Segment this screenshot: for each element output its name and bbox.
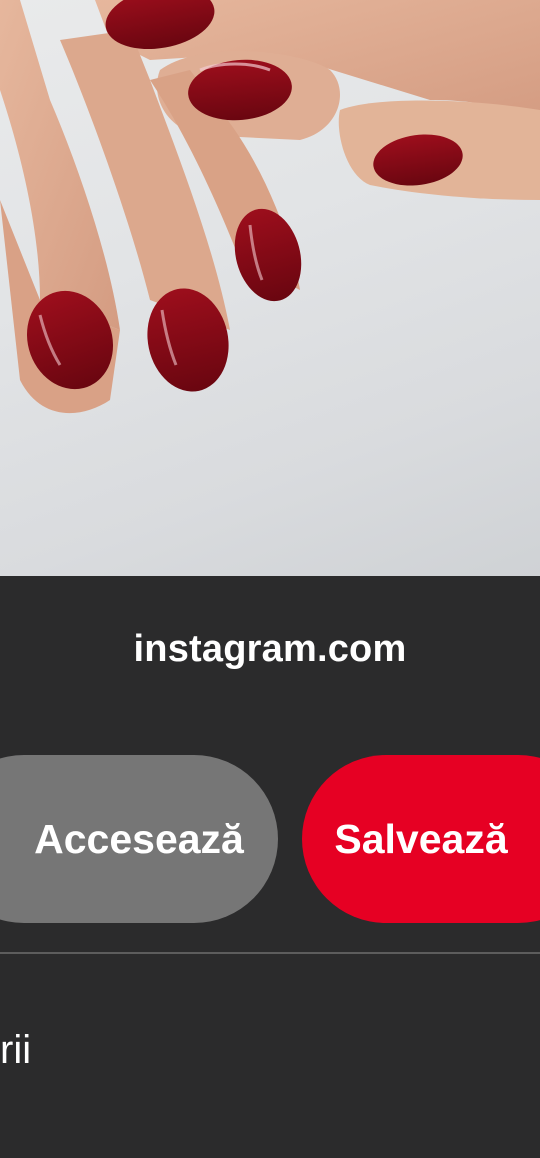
pin-closeup-screen: instagram.com Accesează Salvează rii bbox=[0, 0, 540, 1158]
section-label: rii bbox=[0, 1028, 32, 1072]
divider bbox=[0, 952, 540, 954]
source-domain-link[interactable]: instagram.com bbox=[0, 628, 540, 671]
pin-image[interactable] bbox=[0, 0, 540, 576]
pin-photo bbox=[0, 0, 540, 414]
save-button[interactable]: Salvează bbox=[302, 755, 540, 923]
visit-button[interactable]: Accesează bbox=[0, 755, 278, 923]
